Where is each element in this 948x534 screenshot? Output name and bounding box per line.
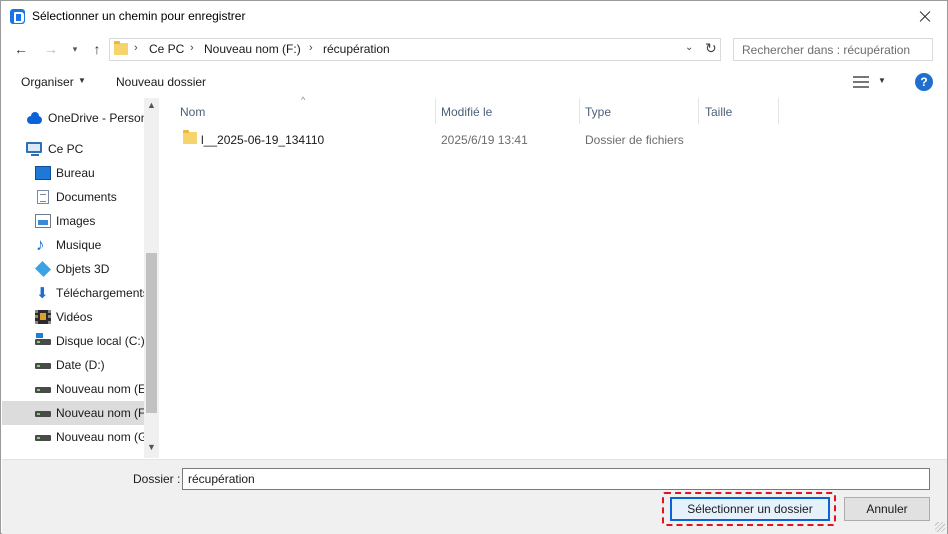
sidebar-item-label: Documents — [56, 190, 117, 204]
column-header-type[interactable]: Type — [580, 98, 698, 124]
breadcrumb-separator-icon: › — [190, 42, 194, 54]
organize-button[interactable]: Organiser — [21, 75, 74, 89]
sidebar-item-label: Date (D:) — [56, 358, 105, 372]
up-arrow-icon[interactable]: ↑ — [87, 38, 107, 60]
folder-icon — [183, 130, 197, 144]
onedrive-icon — [26, 111, 42, 125]
sidebar-item-label: Téléchargements — [56, 286, 144, 300]
pictures-icon — [35, 214, 51, 228]
column-header-name[interactable]: Nom — [160, 98, 435, 124]
forward-arrow-icon[interactable]: → — [41, 38, 61, 60]
sidebar-item-videos[interactable]: Vidéos — [2, 305, 144, 329]
new-folder-button[interactable]: Nouveau dossier — [116, 75, 206, 89]
file-name: l__2025-06-19_134110 — [201, 133, 325, 147]
sidebar-item-date-d[interactable]: Date (D:) — [2, 353, 144, 377]
breadcrumb-recuperation[interactable]: récupération — [323, 42, 390, 56]
sidebar-item-musique[interactable]: Musique — [2, 233, 144, 257]
address-row: ← → ▾ ↑ › Ce PC › Nouveau nom (F:) › réc… — [1, 34, 947, 64]
sidebar-item-onedrive[interactable]: OneDrive - Person — [2, 106, 144, 130]
organize-dropdown-icon[interactable]: ▼ — [78, 76, 86, 85]
breadcrumb-drive-f[interactable]: Nouveau nom (F:) — [204, 42, 301, 56]
dialog-title: Sélectionner un chemin pour enregistrer — [32, 9, 246, 23]
system-drive-icon — [35, 333, 51, 345]
column-header-modified[interactable]: Modifié le — [436, 98, 579, 124]
documents-icon — [37, 190, 49, 204]
sidebar-item-label: Nouveau nom (F — [56, 406, 144, 420]
sidebar-item-telechargements[interactable]: Téléchargements — [2, 281, 144, 305]
app-logo-icon — [10, 9, 25, 24]
sidebar-item-disque-c[interactable]: Disque local (C:) — [2, 329, 144, 353]
sidebar-item-label: Ce PC — [48, 142, 84, 156]
sidebar-item-bureau[interactable]: Bureau — [2, 161, 144, 185]
3d-objects-icon — [35, 261, 51, 277]
sidebar-item-nouveau-f[interactable]: Nouveau nom (F — [2, 401, 144, 425]
sidebar-item-label: Bureau — [56, 166, 95, 180]
table-row[interactable]: l__2025-06-19_134110 2025/6/19 13:41 Dos… — [180, 128, 780, 150]
command-bar: Organiser ▼ Nouveau dossier ▼ ? — [1, 67, 947, 97]
folder-field-label: Dossier : — [133, 472, 181, 486]
drive-icon — [35, 387, 51, 393]
resize-grip-icon[interactable] — [935, 522, 945, 532]
column-divider[interactable] — [778, 98, 779, 124]
sidebar-item-label: Musique — [56, 238, 102, 252]
videos-icon — [35, 310, 51, 324]
navigation-pane: OneDrive - Person Ce PC Bureau Documents… — [2, 98, 159, 458]
sidebar-item-nouveau-e[interactable]: Nouveau nom (E — [2, 377, 144, 401]
column-header-size[interactable]: Taille — [699, 98, 778, 124]
sidebar-item-images[interactable]: Images — [2, 209, 144, 233]
select-folder-button[interactable]: Sélectionner un dossier — [670, 497, 830, 521]
drive-icon — [35, 435, 51, 441]
sidebar-item-ce-pc[interactable]: Ce PC — [2, 137, 144, 161]
help-icon[interactable]: ? — [915, 73, 933, 91]
sidebar-item-documents[interactable]: Documents — [2, 185, 144, 209]
dialog-footer: Dossier : Sélectionner un dossier Annule… — [2, 459, 947, 534]
drive-icon — [35, 411, 51, 417]
music-icon — [35, 235, 51, 255]
refresh-icon[interactable]: ↻ — [705, 40, 717, 57]
sidebar-item-label: Nouveau nom (E — [56, 382, 144, 396]
view-options-icon[interactable] — [853, 76, 869, 88]
computer-icon — [26, 142, 42, 156]
back-arrow-icon[interactable]: ← — [11, 38, 31, 60]
view-dropdown-icon[interactable]: ▼ — [878, 76, 886, 85]
breadcrumb-separator-icon: › — [309, 42, 313, 54]
address-dropdown-icon[interactable]: ⌄ — [685, 42, 693, 53]
search-box[interactable] — [733, 38, 933, 61]
scroll-down-icon[interactable]: ▼ — [147, 442, 156, 452]
file-type: Dossier de fichiers — [585, 133, 684, 147]
search-input[interactable] — [734, 39, 932, 60]
sidebar-item-label: Objets 3D — [56, 262, 110, 276]
sidebar-item-objets-3d[interactable]: Objets 3D — [2, 257, 144, 281]
downloads-icon — [35, 284, 51, 302]
recent-locations-chevron-icon[interactable]: ▾ — [65, 38, 85, 60]
sidebar-item-label: Nouveau nom (G — [56, 430, 144, 444]
folder-icon — [114, 41, 128, 55]
sidebar-item-nouveau-g[interactable]: Nouveau nom (G — [2, 425, 144, 449]
scroll-up-icon[interactable]: ▲ — [147, 100, 156, 110]
scrollbar-thumb[interactable] — [146, 253, 157, 413]
breadcrumb-separator-icon: › — [134, 42, 138, 54]
desktop-icon — [35, 166, 51, 180]
file-modified: 2025/6/19 13:41 — [441, 133, 528, 147]
sidebar-item-label: OneDrive - Person — [48, 111, 144, 125]
file-list: ^ Nom Modifié le Type Taille l__2025-06-… — [160, 95, 947, 458]
sidebar-item-label: Vidéos — [56, 310, 93, 324]
navigation-scrollbar[interactable]: ▲ ▼ — [144, 98, 159, 458]
sidebar-item-label: Images — [56, 214, 96, 228]
address-bar[interactable]: › Ce PC › Nouveau nom (F:) › récupératio… — [109, 38, 721, 61]
sidebar-item-label: Disque local (C:) — [56, 334, 144, 348]
breadcrumb-ce-pc[interactable]: Ce PC — [149, 42, 184, 56]
close-button[interactable] — [901, 1, 947, 33]
cancel-button[interactable]: Annuler — [844, 497, 930, 521]
save-path-dialog: Sélectionner un chemin pour enregistrer … — [0, 0, 948, 534]
drive-icon — [35, 363, 51, 369]
title-bar: Sélectionner un chemin pour enregistrer — [1, 1, 947, 33]
folder-name-input[interactable] — [182, 468, 930, 490]
